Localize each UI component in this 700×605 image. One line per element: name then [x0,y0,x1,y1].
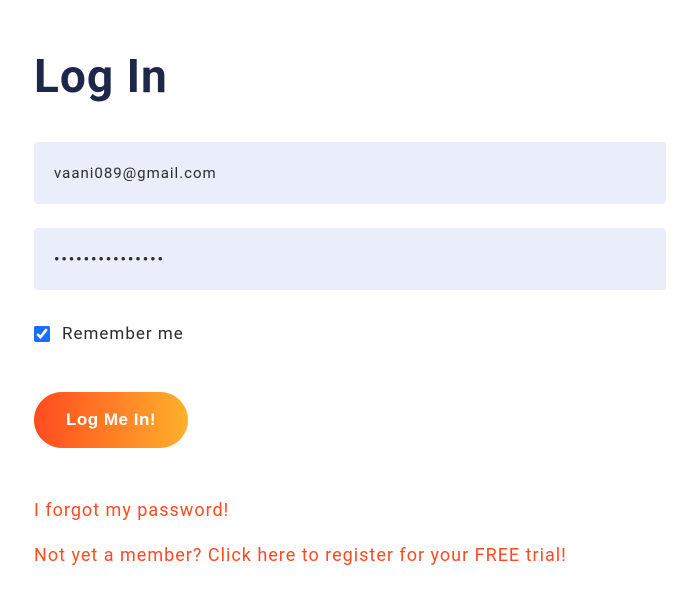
register-link[interactable]: Not yet a member? Click here to register… [34,545,666,566]
remember-me-label[interactable]: Remember me [62,324,184,344]
login-button[interactable]: Log Me In! [34,392,188,448]
page-title: Log In [34,50,666,104]
email-field[interactable] [34,142,666,204]
remember-me-checkbox[interactable] [34,326,50,342]
remember-me-row: Remember me [34,324,666,344]
password-field[interactable] [34,228,666,290]
forgot-password-link[interactable]: I forgot my password! [34,500,666,521]
